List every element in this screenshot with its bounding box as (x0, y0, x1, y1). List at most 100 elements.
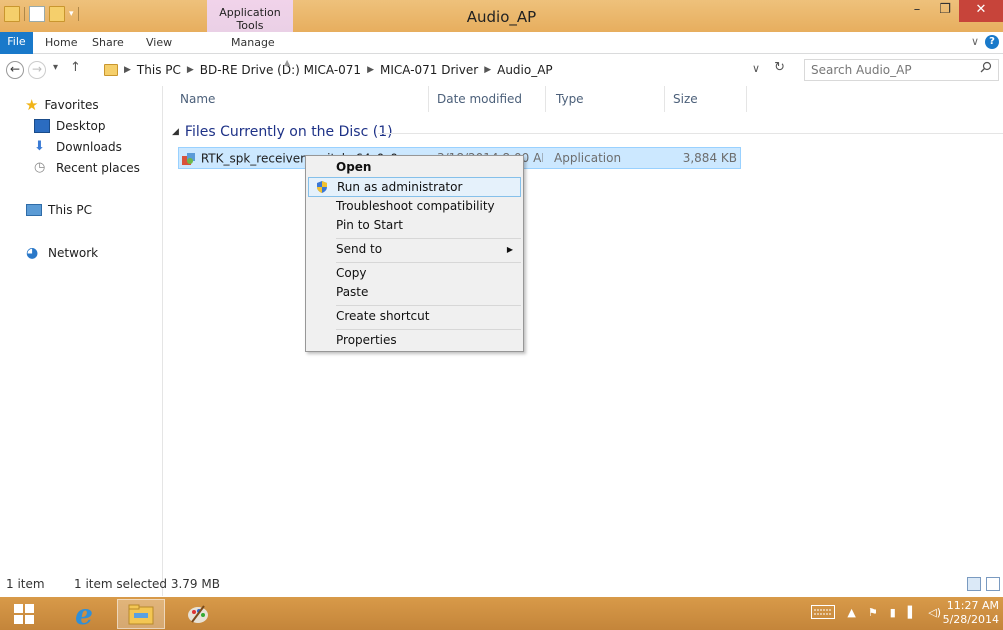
column-date-modified[interactable]: Date modified (437, 92, 522, 106)
taskbar: e ▲ ⚑ ▮ ▌ ◁) 11:27 AM 5/28/2014 (0, 597, 1003, 630)
search-icon[interactable] (980, 61, 992, 73)
show-hidden-icons-icon[interactable]: ▲ (847, 606, 855, 619)
clock-time: 11:27 AM (946, 599, 999, 612)
minimize-button[interactable]: – (903, 0, 931, 22)
search-input[interactable]: Search Audio_AP (804, 59, 999, 81)
chevron-right-icon[interactable]: ▶ (367, 65, 374, 75)
file-type: Application (554, 151, 622, 165)
start-button[interactable] (0, 599, 48, 629)
column-size[interactable]: Size (673, 92, 698, 106)
title-bar: Application Tools ▾ Audio_AP – ❐ ✕ (0, 0, 1003, 32)
nav-favorites[interactable]: ★ Favorites (25, 96, 99, 114)
menu-item-create-shortcut[interactable]: Create shortcut (308, 307, 521, 327)
forward-button[interactable]: → (28, 61, 46, 79)
column-divider[interactable] (545, 86, 546, 112)
menu-item-pin-to-start[interactable]: Pin to Start (308, 216, 521, 236)
collapse-group-icon[interactable]: ◢ (172, 127, 179, 137)
nav-network-label: Network (48, 246, 99, 260)
nav-this-pc[interactable]: This PC (26, 203, 92, 217)
taskbar-paint[interactable] (174, 599, 222, 629)
paint-icon (188, 605, 208, 623)
nav-recent-places[interactable]: ◷ Recent places (34, 160, 140, 175)
network-icon: ◕ (26, 245, 39, 261)
computer-icon (26, 204, 42, 216)
star-icon: ★ (25, 96, 39, 114)
menu-item-paste[interactable]: Paste (308, 283, 521, 303)
submenu-arrow-icon: ▶ (506, 245, 513, 254)
system-tray: ▲ ⚑ ▮ ▌ ◁) (811, 605, 941, 619)
menu-item-label: Send to (336, 242, 383, 256)
nav-this-pc-label: This PC (48, 203, 92, 217)
menu-separator (336, 305, 521, 306)
uac-shield-icon (317, 181, 327, 193)
chevron-right-icon[interactable]: ▶ (124, 65, 131, 75)
sort-ascending-icon: ▲ (284, 58, 291, 67)
application-icon (182, 153, 195, 165)
action-center-flag-icon[interactable]: ⚑ (868, 606, 878, 619)
breadcrumb-driver[interactable]: MICA-071 Driver (380, 63, 478, 77)
navigation-pane: ★ Favorites Desktop ⬇ Downloads ◷ Recent… (0, 86, 163, 596)
address-actions: ∨ ↻ (752, 60, 785, 75)
menu-item-open[interactable]: Open (308, 158, 521, 178)
nav-network[interactable]: ◕ Network (26, 245, 98, 261)
maximize-button[interactable]: ❐ (931, 0, 959, 22)
taskbar-file-explorer[interactable] (117, 599, 165, 629)
column-name[interactable]: Name (180, 92, 215, 106)
group-title: Files Currently on the Disc (1) (184, 124, 393, 140)
network-status-icon[interactable]: ▌ (908, 606, 916, 619)
menu-separator (336, 238, 521, 239)
menu-item-run-as-administrator[interactable]: Run as administrator (308, 177, 521, 197)
recent-locations-icon[interactable]: ▾ (53, 62, 58, 73)
back-button[interactable]: ← (6, 61, 24, 79)
breadcrumb-audio-ap[interactable]: Audio_AP (497, 63, 553, 77)
tab-home[interactable]: Home (45, 36, 77, 49)
tab-view[interactable]: View (146, 36, 172, 49)
nav-desktop[interactable]: Desktop (34, 119, 106, 133)
group-header[interactable]: ◢ Files Currently on the Disc (1) (172, 124, 393, 140)
menu-item-send-to[interactable]: Send to ▶ (308, 240, 521, 260)
help-icon[interactable]: ? (985, 35, 999, 49)
tab-manage[interactable]: Manage (231, 36, 275, 49)
address-bar[interactable]: ▶ This PC ▶ BD-RE Drive (D:) MICA-071 ▶ … (103, 58, 797, 82)
nav-recent-places-label: Recent places (56, 160, 140, 175)
power-icon[interactable]: ▮ (890, 606, 896, 619)
window-title: Audio_AP (466, 8, 537, 26)
menu-item-copy[interactable]: Copy (308, 264, 521, 284)
volume-icon[interactable]: ◁) (928, 606, 941, 619)
download-icon: ⬇ (34, 139, 45, 154)
menu-separator (336, 329, 521, 330)
desktop-icon (34, 119, 50, 133)
column-divider[interactable] (664, 86, 665, 112)
breadcrumb-drive[interactable]: BD-RE Drive (D:) MICA-071 (200, 63, 361, 77)
internet-explorer-icon: e (75, 597, 93, 630)
chevron-right-icon[interactable]: ▶ (484, 65, 491, 75)
clock-date: 5/28/2014 (942, 613, 999, 626)
up-button[interactable]: ↑ (70, 60, 81, 75)
column-divider[interactable] (746, 86, 747, 112)
large-icons-view-icon[interactable] (986, 577, 1000, 591)
refresh-icon[interactable]: ↻ (774, 60, 785, 75)
context-menu: Open Run as administrator Troubleshoot c… (305, 155, 524, 352)
breadcrumb-this-pc[interactable]: This PC (137, 63, 181, 77)
keyboard-icon[interactable] (811, 605, 836, 619)
recent-places-icon: ◷ (34, 160, 46, 175)
close-button[interactable]: ✕ (959, 0, 1003, 22)
chevron-right-icon[interactable]: ▶ (187, 65, 194, 75)
address-dropdown-icon[interactable]: ∨ (752, 62, 760, 75)
nav-desktop-label: Desktop (56, 119, 106, 133)
window-controls: – ❐ ✕ (903, 0, 1003, 22)
menu-item-label: Run as administrator (337, 180, 463, 194)
expand-ribbon-icon[interactable]: ∨ (971, 35, 979, 49)
clock[interactable]: 11:27 AM 5/28/2014 (943, 599, 999, 627)
nav-downloads[interactable]: ⬇ Downloads (34, 139, 122, 154)
tab-share[interactable]: Share (92, 36, 124, 49)
tab-file[interactable]: File (0, 32, 33, 54)
menu-item-properties[interactable]: Properties (308, 331, 521, 351)
taskbar-internet-explorer[interactable]: e (60, 597, 108, 630)
column-divider[interactable] (428, 86, 429, 112)
ribbon-right: ∨ ? (971, 35, 999, 49)
column-type[interactable]: Type (556, 92, 584, 106)
file-explorer-icon (128, 604, 154, 625)
details-view-icon[interactable] (967, 577, 981, 591)
menu-item-troubleshoot-compatibility[interactable]: Troubleshoot compatibility (308, 197, 521, 217)
